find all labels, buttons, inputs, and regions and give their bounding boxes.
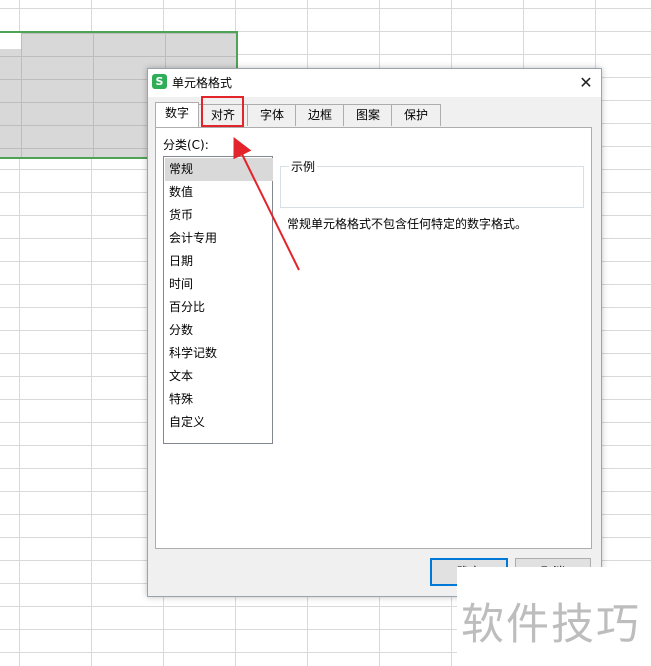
annotation-arrow (233, 137, 300, 271)
tab-number[interactable]: 数字 (155, 102, 199, 127)
